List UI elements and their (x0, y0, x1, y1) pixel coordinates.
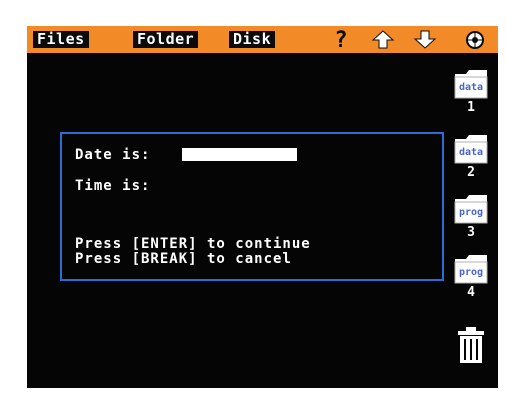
down-arrow-icon[interactable] (413, 28, 437, 51)
folder-label: data (458, 147, 484, 158)
folder-3[interactable]: prog 3 (453, 193, 489, 243)
folder-1[interactable]: data 1 (453, 68, 489, 118)
help-icon[interactable]: ? (329, 28, 353, 53)
break-prompt: Press [BREAK] to cancel (75, 251, 292, 267)
folder-number: 3 (467, 225, 475, 240)
up-arrow-icon[interactable] (371, 28, 395, 51)
folder-label: prog (458, 207, 484, 218)
folder-number: 2 (467, 165, 475, 180)
options-icon[interactable] (463, 28, 487, 51)
time-label: Time is: (75, 178, 151, 194)
date-label: Date is: (75, 147, 151, 163)
folder-4[interactable]: prog 4 (453, 253, 489, 303)
folder-2[interactable]: data 2 (453, 133, 489, 183)
date-input[interactable] (182, 148, 297, 161)
date-time-dialog: Date is: Time is: Press [ENTER] to conti… (60, 132, 444, 281)
trash-icon[interactable] (457, 326, 485, 364)
menu-bar: Files Folder Disk ? (27, 26, 498, 53)
desktop-screen: Files Folder Disk ? Date is: Time is: Pr… (27, 26, 498, 388)
folder-number: 1 (467, 100, 475, 115)
folder-menu[interactable]: Folder (133, 31, 199, 48)
files-menu[interactable]: Files (33, 31, 89, 48)
folder-number: 4 (467, 285, 475, 300)
folder-label: prog (458, 267, 484, 278)
folder-label: data (458, 82, 484, 93)
disk-menu[interactable]: Disk (229, 31, 276, 48)
help-glyph: ? (334, 28, 347, 51)
enter-prompt: Press [ENTER] to continue (75, 236, 311, 252)
